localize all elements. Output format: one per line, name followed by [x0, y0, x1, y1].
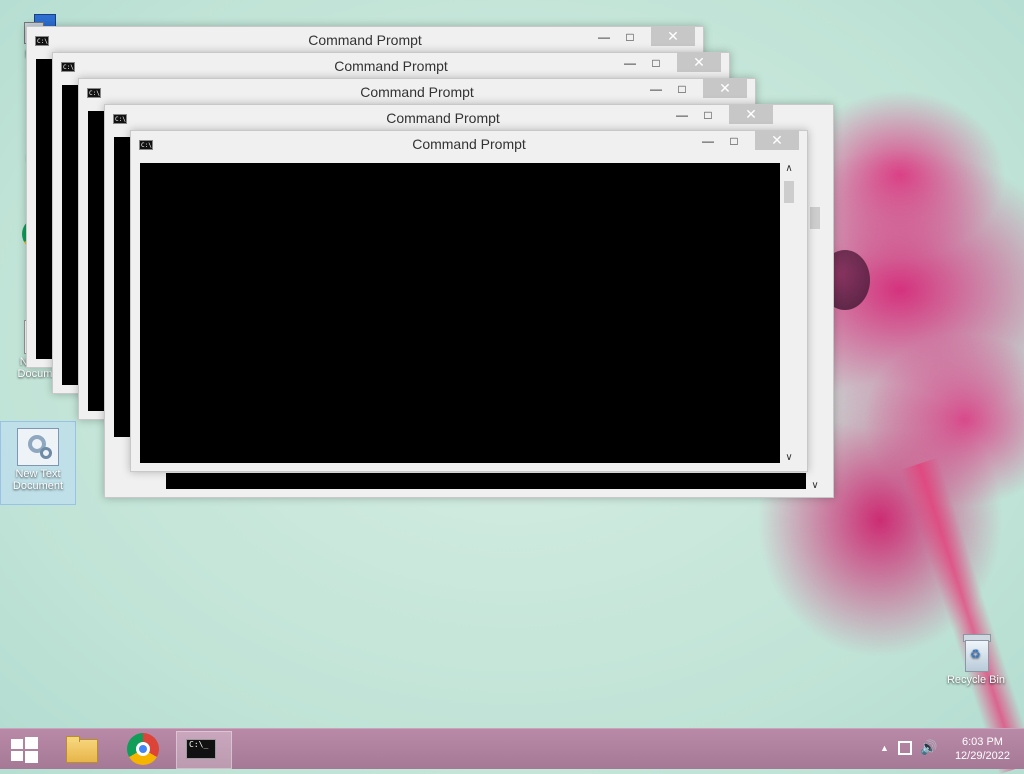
- clock[interactable]: 6:03 PM 12/29/2022: [955, 735, 1010, 763]
- console-area[interactable]: [62, 85, 79, 385]
- close-button[interactable]: ✕: [729, 105, 773, 124]
- maximize-icon: □: [652, 56, 660, 70]
- folder-icon: [66, 739, 98, 763]
- start-button[interactable]: [8, 737, 38, 763]
- windows-logo-pane: [11, 751, 23, 761]
- console-area[interactable]: [88, 111, 105, 411]
- minimize-icon: —: [676, 108, 688, 122]
- windows-logo-pane: [25, 737, 38, 749]
- chevron-down-icon[interactable]: ∨: [781, 452, 797, 463]
- maximize-button[interactable]: □: [615, 30, 645, 50]
- cmd-icon: C:\_: [186, 739, 216, 759]
- taskbar-chrome[interactable]: [120, 731, 166, 767]
- titlebar[interactable]: C:\ Command Prompt — □ ✕: [105, 105, 781, 131]
- maximize-icon: □: [626, 30, 634, 44]
- minimize-icon: —: [702, 134, 714, 148]
- console-area[interactable]: [140, 163, 780, 463]
- maximize-icon: □: [730, 134, 738, 148]
- console-area-bottom[interactable]: [166, 473, 806, 489]
- close-button[interactable]: ✕: [755, 131, 799, 150]
- maximize-button[interactable]: □: [667, 82, 697, 102]
- desktop-icon-recycle-bin[interactable]: ♻ Recycle Bin: [938, 630, 1014, 686]
- network-icon[interactable]: [898, 741, 912, 755]
- titlebar[interactable]: C:\ Command Prompt — □ ✕: [131, 131, 807, 157]
- close-icon: ✕: [693, 54, 705, 70]
- close-button[interactable]: ✕: [703, 79, 747, 98]
- minimize-icon: —: [624, 56, 636, 70]
- desktop-icon-label: Recycle Bin: [946, 674, 1006, 686]
- chrome-icon-core: [139, 745, 147, 753]
- minimize-icon: —: [650, 82, 662, 96]
- close-icon: ✕: [745, 106, 757, 122]
- close-icon: ✕: [771, 132, 783, 148]
- scroll-thumb[interactable]: [810, 207, 820, 229]
- vertical-scrollbar[interactable]: ∨: [807, 181, 823, 491]
- wallpaper-stem: [900, 457, 1024, 774]
- console-area[interactable]: [114, 137, 131, 437]
- volume-icon[interactable]: 🔊: [920, 739, 937, 756]
- show-hidden-icons-icon[interactable]: ▲: [880, 743, 889, 753]
- taskbar-file-explorer[interactable]: [58, 731, 104, 767]
- clock-time: 6:03 PM: [961, 736, 1003, 748]
- scroll-thumb[interactable]: [784, 181, 794, 203]
- taskbar: C:\_ ▲ 🔊 6:03 PM 12/29/2022: [0, 728, 1024, 769]
- maximize-icon: □: [678, 82, 686, 96]
- console-area[interactable]: [36, 59, 53, 359]
- titlebar[interactable]: C:\ Command Prompt — □ ✕: [53, 53, 729, 79]
- maximize-button[interactable]: □: [641, 56, 671, 76]
- chevron-up-icon[interactable]: ∧: [781, 163, 797, 174]
- system-tray: ▲ 🔊 6:03 PM 12/29/2022: [864, 729, 1024, 769]
- titlebar[interactable]: C:\ Command Prompt — □ ✕: [27, 27, 703, 53]
- windows-logo-pane: [25, 751, 38, 763]
- close-icon: ✕: [719, 80, 731, 96]
- minimize-icon: —: [598, 30, 610, 44]
- titlebar[interactable]: C:\ Command Prompt — □ ✕: [79, 79, 755, 105]
- chevron-down-icon[interactable]: ∨: [807, 480, 823, 491]
- command-prompt-window-5[interactable]: C:\ Command Prompt — □ ✕ ∧ ∨: [130, 130, 808, 472]
- folder-tab: [66, 736, 80, 742]
- windows-logo-icon: [11, 739, 23, 749]
- vertical-scrollbar[interactable]: ∧ ∨: [781, 163, 797, 463]
- clock-date: 12/29/2022: [954, 750, 1010, 762]
- maximize-icon: □: [704, 108, 712, 122]
- desktop-icon-new-text-document-2[interactable]: New Text Document: [0, 421, 76, 505]
- maximize-button[interactable]: □: [719, 134, 749, 154]
- close-icon: ✕: [667, 28, 679, 44]
- close-button[interactable]: ✕: [651, 27, 695, 46]
- desktop-icon-label: New Text Document: [12, 468, 64, 492]
- maximize-button[interactable]: □: [693, 108, 723, 128]
- taskbar-command-prompt[interactable]: C:\_: [176, 731, 232, 769]
- recycle-bin-icon: ♻: [961, 630, 991, 672]
- settings-document-icon: [17, 428, 59, 466]
- close-button[interactable]: ✕: [677, 53, 721, 72]
